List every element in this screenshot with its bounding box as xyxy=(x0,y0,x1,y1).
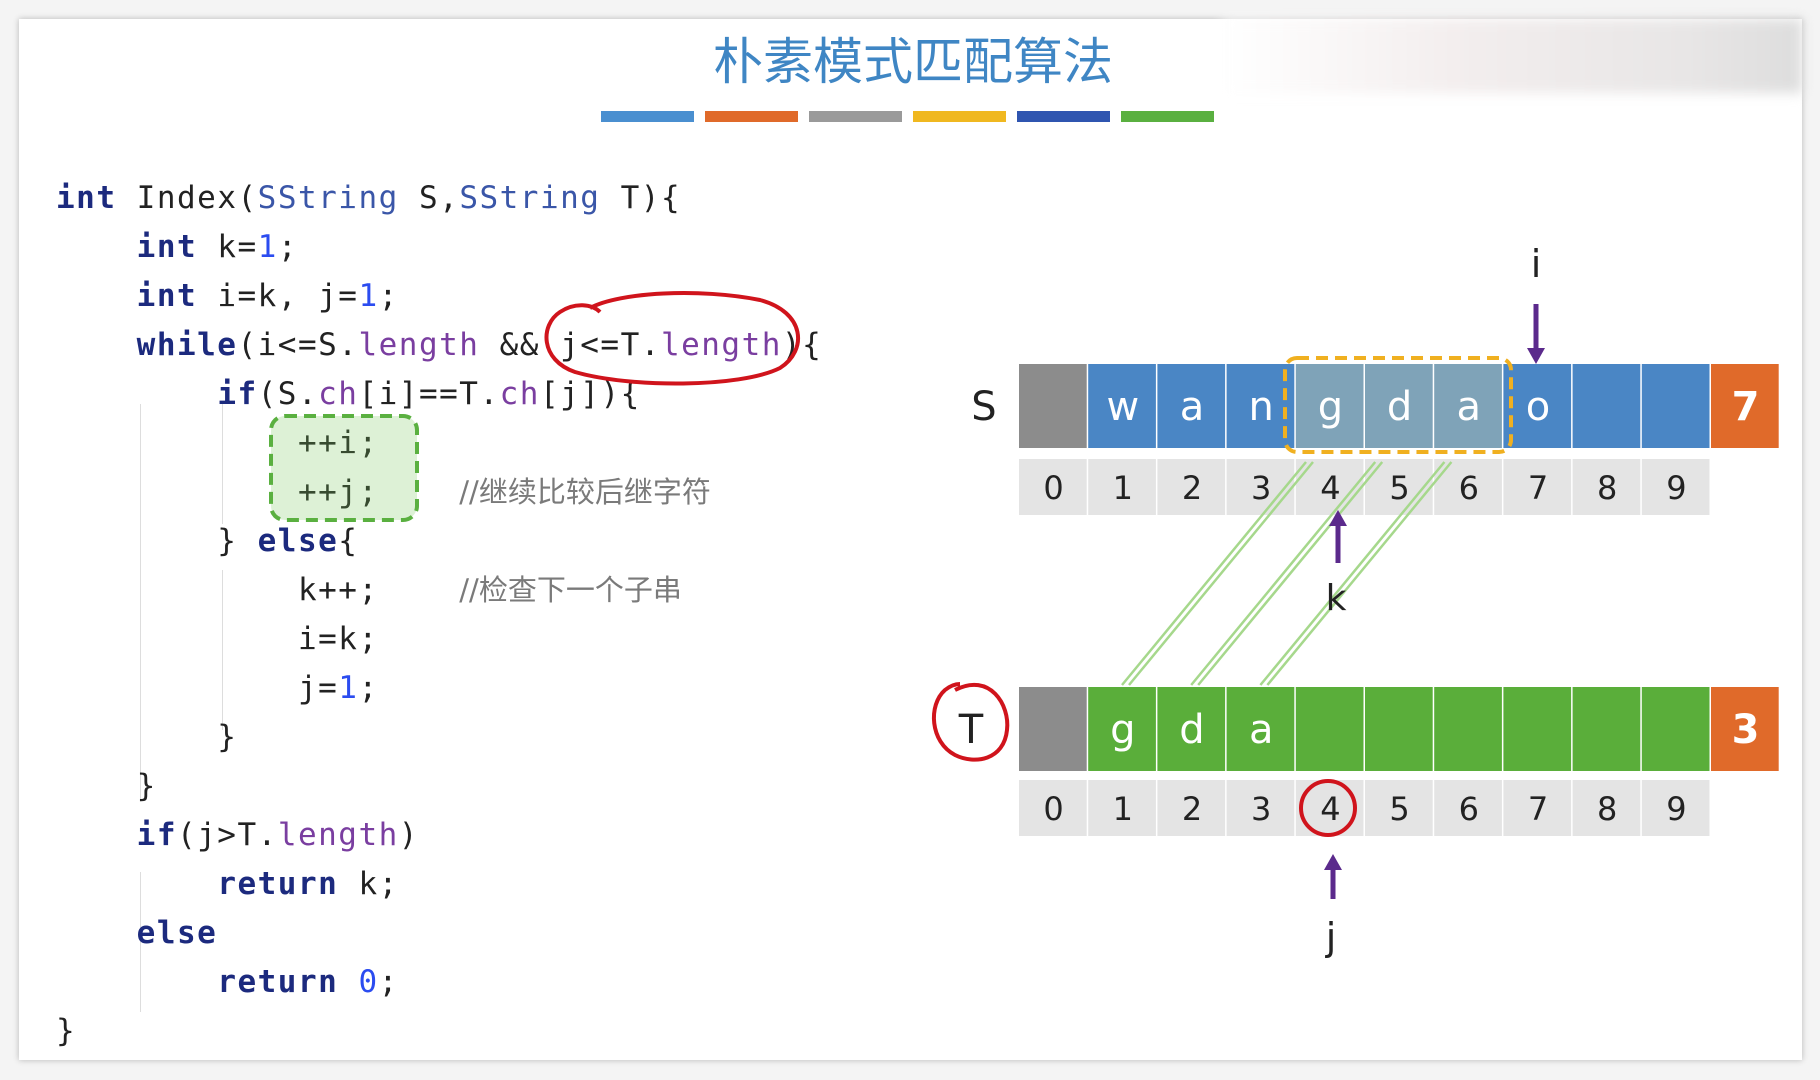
S-index-label: 1 xyxy=(1113,469,1133,507)
T-index-label: 3 xyxy=(1251,790,1271,828)
T-index-label: 2 xyxy=(1182,790,1202,828)
S-index-label: 0 xyxy=(1043,469,1063,507)
S-cell-char: w xyxy=(1106,384,1139,430)
S-index-label: 6 xyxy=(1459,469,1479,507)
S-index-label: 3 xyxy=(1251,469,1271,507)
T-index-label: 8 xyxy=(1597,790,1617,828)
j-pointer-arrow-head xyxy=(1324,854,1342,870)
S-index-label: 5 xyxy=(1389,469,1409,507)
T-index-label: 5 xyxy=(1389,790,1409,828)
S-label: S xyxy=(971,384,996,430)
S-cell-char: a xyxy=(1180,384,1205,430)
T-label: T xyxy=(958,707,984,753)
T-cell-char: a xyxy=(1249,707,1274,753)
matching-diagram: w a n g d a o 70 1 2 3 4 5 6 7 8 9Sg d a 30 1 2 3 4 5 6 7 8 9Tikj xyxy=(269,242,1779,959)
T-index-label: 1 xyxy=(1113,790,1133,828)
S-index-label: 7 xyxy=(1528,469,1548,507)
T-index-label: 0 xyxy=(1043,790,1063,828)
S-cell xyxy=(1572,364,1641,448)
T-cell xyxy=(1641,687,1710,771)
T-cell xyxy=(1365,687,1433,771)
T-cell xyxy=(1572,687,1641,771)
S-cell-char: a xyxy=(1457,384,1482,430)
code-highlight-box xyxy=(269,414,419,522)
k-pointer-label: k xyxy=(1326,578,1347,619)
T-index-label: 6 xyxy=(1459,790,1479,828)
j-pointer-label: j xyxy=(1325,915,1337,959)
S-index-label: 2 xyxy=(1182,469,1202,507)
S-cell-char: 7 xyxy=(1732,384,1760,430)
S-cell-char: n xyxy=(1249,384,1274,430)
T-cell-char: g xyxy=(1110,707,1135,753)
T-cell xyxy=(1019,687,1087,771)
red-annotation-ellipse xyxy=(544,291,800,386)
T-index-label: 9 xyxy=(1666,790,1686,828)
T-cell xyxy=(1295,687,1364,771)
T-cell-char: d xyxy=(1179,707,1204,753)
S-cell xyxy=(1641,364,1710,448)
T-cell xyxy=(1434,687,1502,771)
i-pointer-arrow-head xyxy=(1527,348,1545,364)
S-cell-char: d xyxy=(1387,384,1412,430)
S-cell-char: g xyxy=(1318,384,1343,430)
T-index-label: 4 xyxy=(1320,790,1340,828)
i-pointer-label: i xyxy=(1531,242,1542,286)
T-index-label: 7 xyxy=(1528,790,1548,828)
T-cell-char: 3 xyxy=(1732,707,1760,753)
S-cell xyxy=(1019,364,1087,448)
S-cell-char: o xyxy=(1526,384,1550,430)
T-cell xyxy=(1503,687,1572,771)
S-index-label: 4 xyxy=(1320,469,1340,507)
S-index-label: 8 xyxy=(1597,469,1617,507)
S-index-label: 9 xyxy=(1666,469,1686,507)
